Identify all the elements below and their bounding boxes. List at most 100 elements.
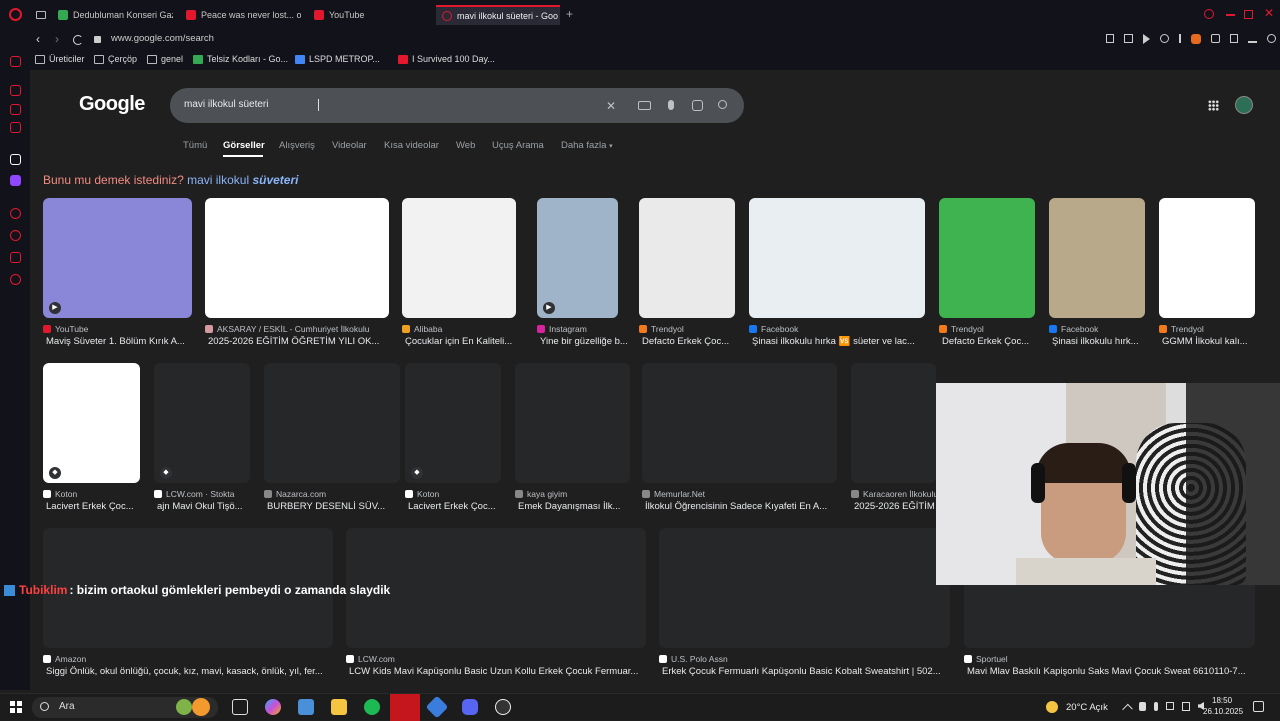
tab-videos[interactable]: Videolar <box>332 140 367 151</box>
image-thumbnail[interactable] <box>405 363 501 483</box>
tab-shopping[interactable]: Alışveriş <box>279 140 315 151</box>
bookmark-folder[interactable]: Çerçöp <box>94 54 137 64</box>
image-thumbnail[interactable] <box>1049 198 1145 318</box>
tab-2[interactable]: Peace was never lost... on <box>186 5 301 25</box>
result-title[interactable]: ajn Mavi Okul Tişö... <box>157 501 253 512</box>
suggestion-link[interactable]: mavi ilkokul süveteri <box>187 173 298 187</box>
profile-icon[interactable] <box>1267 34 1276 43</box>
lens-icon[interactable] <box>692 100 703 111</box>
task-view-icon[interactable] <box>232 699 248 715</box>
messenger-icon[interactable] <box>10 85 21 96</box>
extension-fox-icon[interactable] <box>1191 34 1201 44</box>
result-title[interactable]: LCW Kids Mavi Kapüşonlu Basic Uzun Kollu… <box>349 666 649 677</box>
close-window-button[interactable]: ✕ <box>1264 6 1274 20</box>
result-title[interactable]: Defacto Erkek Çoc... <box>942 336 1038 347</box>
store-icon[interactable] <box>298 699 314 715</box>
result-source[interactable]: Facebook <box>1049 324 1145 334</box>
result-source[interactable]: LCW.com · Stokta <box>154 489 250 499</box>
extensions-icon[interactable] <box>10 252 21 263</box>
download-icon[interactable] <box>1248 34 1257 43</box>
search-tabs-icon[interactable] <box>1204 9 1214 19</box>
clock-date[interactable]: 26.10.2025 <box>1203 707 1243 716</box>
whatsapp-icon[interactable] <box>10 104 21 115</box>
avatar[interactable] <box>1235 96 1253 114</box>
result-title[interactable]: Lacivert Erkek Çoc... <box>46 501 143 512</box>
network-icon[interactable] <box>1181 702 1190 711</box>
settings-icon[interactable] <box>10 274 21 285</box>
result-source[interactable]: U.S. Polo Assn <box>659 654 950 664</box>
tab-3[interactable]: YouTube <box>314 5 429 25</box>
pin-icon[interactable] <box>1106 34 1114 43</box>
result-title[interactable]: İlkokul Öğrencisinin Sadece Kıyafeti En … <box>645 501 840 512</box>
image-thumbnail[interactable] <box>639 198 735 318</box>
image-thumbnail[interactable] <box>1159 198 1255 318</box>
result-source[interactable]: Trendyol <box>939 324 1035 334</box>
clear-icon[interactable]: ✕ <box>606 99 616 113</box>
result-title[interactable]: Maviş Süveter 1. Bölüm Kırık A... <box>46 336 195 347</box>
search-icon[interactable] <box>718 100 727 109</box>
spotify-icon[interactable] <box>364 699 380 715</box>
result-title[interactable]: BURBERY DESENLİ SÜV... <box>267 501 403 512</box>
new-tab-button[interactable]: + <box>566 7 573 21</box>
clock-time[interactable]: 18:50 <box>1212 696 1232 705</box>
copilot-icon[interactable] <box>265 699 281 715</box>
snapshot-icon[interactable] <box>1124 34 1133 43</box>
menu-dots-icon[interactable] <box>1179 34 1181 43</box>
history-icon[interactable] <box>10 230 21 241</box>
result-source[interactable]: YouTube <box>43 324 192 334</box>
google-logo[interactable]: Google <box>79 93 145 116</box>
bookmark-folder[interactable]: genel <box>147 54 183 64</box>
aria-icon[interactable] <box>10 56 21 67</box>
tab-web[interactable]: Web <box>456 140 475 151</box>
image-thumbnail[interactable] <box>205 198 389 318</box>
microphone-icon[interactable] <box>668 100 674 110</box>
maximize-button[interactable] <box>1244 10 1253 19</box>
image-thumbnail[interactable] <box>402 198 516 318</box>
obs-icon[interactable] <box>495 699 511 715</box>
image-thumbnail[interactable] <box>939 198 1035 318</box>
result-source[interactable]: Facebook <box>749 324 925 334</box>
result-title[interactable]: Yine bir güzelliğe b... <box>540 336 630 347</box>
result-title[interactable]: Lacivert Erkek Çoc... <box>408 501 504 512</box>
image-thumbnail[interactable] <box>851 363 936 483</box>
result-source[interactable]: Amazon <box>43 654 333 664</box>
search-input[interactable]: mavi ilkokul süeteri <box>184 99 268 110</box>
tab-more[interactable]: Daha fazla ▾ <box>561 140 613 151</box>
opera-logo-icon[interactable] <box>9 8 22 21</box>
workspaces-icon[interactable] <box>36 11 46 19</box>
bookmark-icon[interactable] <box>1230 34 1238 43</box>
reload-icon[interactable] <box>73 35 83 45</box>
image-thumbnail[interactable] <box>659 528 950 648</box>
tab-short-videos[interactable]: Kısa videolar <box>384 140 439 151</box>
result-title[interactable]: Emek Dayanışması İlk... <box>518 501 633 512</box>
extension-puzzle-icon[interactable] <box>1211 34 1220 43</box>
result-source[interactable]: AKSARAY / ESKİL - Cumhuriyet İlkokulu <box>205 324 389 334</box>
discord-icon[interactable] <box>462 699 478 715</box>
bookmark-link[interactable]: Telsiz Kodları - Go... <box>193 54 288 64</box>
bookmark-folder[interactable]: Üreticiler <box>35 54 85 64</box>
app-icon[interactable] <box>425 695 449 719</box>
tab-active[interactable]: mavi ilkokul süeteri - Goo <box>436 5 560 25</box>
windows-start-icon[interactable] <box>10 701 22 713</box>
opera-taskbar-icon[interactable] <box>390 694 420 721</box>
result-source[interactable]: Sportuel <box>964 654 1255 664</box>
result-title[interactable]: Erkek Çocuk Fermuarlı Kapüşonlu Basic Ko… <box>662 666 953 677</box>
tab-all[interactable]: Tümü <box>183 140 207 151</box>
result-title[interactable]: 2025-2026 EĞİTİM ÖĞRETİM YILI OK... <box>208 336 392 347</box>
heart-icon[interactable] <box>1160 34 1169 43</box>
image-thumbnail[interactable] <box>642 363 837 483</box>
keyboard-icon[interactable] <box>638 101 651 110</box>
result-source[interactable]: Memurlar.Net <box>642 489 837 499</box>
image-thumbnail[interactable] <box>43 198 192 318</box>
image-thumbnail[interactable] <box>537 198 618 318</box>
result-source[interactable]: Koton <box>405 489 501 499</box>
tab-images[interactable]: Görseller <box>223 140 265 151</box>
result-source[interactable]: Trendyol <box>1159 324 1255 334</box>
url-field[interactable]: www.google.com/search <box>111 33 214 44</box>
tab-1[interactable]: Dedubluman Konseri Gaz <box>58 5 173 25</box>
play-icon[interactable] <box>1143 34 1150 44</box>
instagram-icon[interactable] <box>10 122 21 133</box>
result-source[interactable]: Instagram <box>537 324 618 334</box>
notifications-icon[interactable] <box>1253 701 1264 712</box>
taskbar-search[interactable]: Ara <box>32 697 218 718</box>
